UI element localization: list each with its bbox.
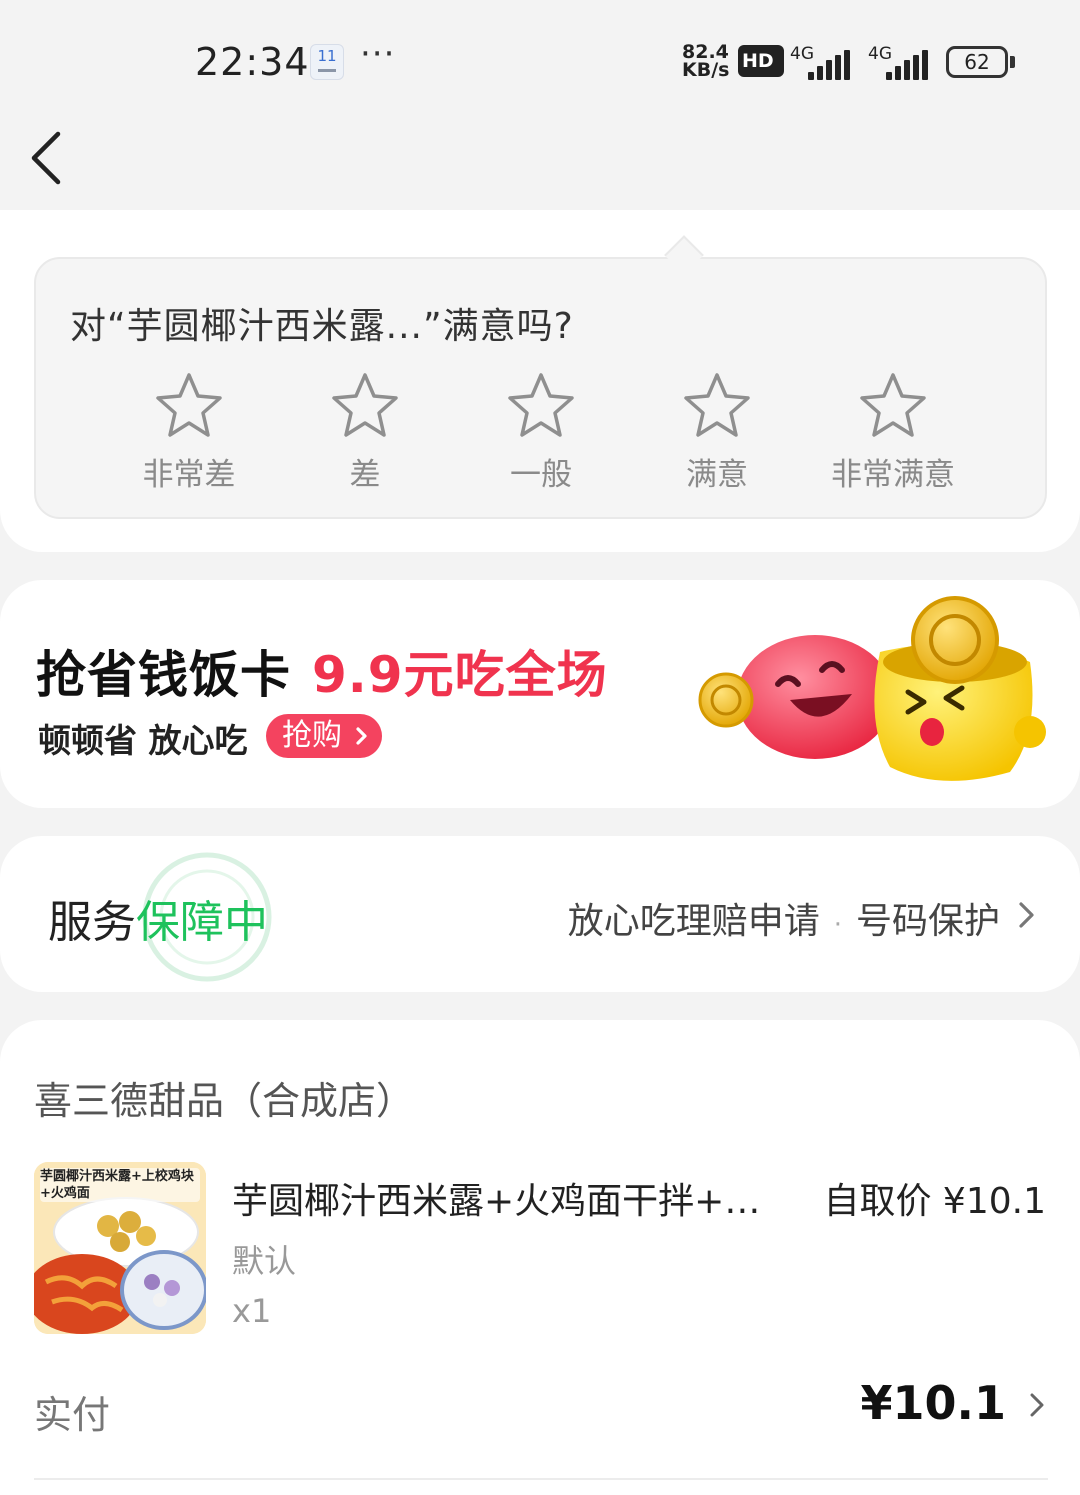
rating-option-very-bad[interactable]: 非常差 — [104, 371, 274, 501]
service-status: 保障中 — [136, 897, 268, 948]
calendar-icon: 11 — [310, 44, 344, 80]
rating-option-average[interactable]: 一般 — [456, 371, 626, 501]
hd-voice-icon: HD — [738, 45, 784, 77]
order-card: 喜三德甜品（合成店） 芋圆椰汁西米露+上校鸡块+火鸡面 芋圆椰汁西米露+火鸡面干… — [0, 1020, 1080, 1495]
status-time: 22:34 — [195, 40, 310, 84]
chevron-right-icon — [356, 727, 367, 745]
shop-name[interactable]: 喜三德甜品（合成店） — [34, 1070, 414, 1125]
item-price: 自取价 ¥10.1 — [823, 1181, 1046, 1222]
star-icon — [684, 373, 750, 437]
claim-link[interactable]: 放心吃理赔申请 — [568, 901, 820, 942]
mascot-illustration — [698, 596, 1046, 781]
rating-option-very-satisfied[interactable]: 非常满意 — [808, 371, 978, 501]
network-speed: 82.4 KB/s — [682, 43, 730, 81]
rating-card: 对“芋圆椰汁西米露...”满意吗? 非常差 差 一般 满意 非常满意 — [34, 257, 1047, 519]
paid-amount[interactable]: ¥10.1 — [860, 1376, 1006, 1430]
star-icon — [860, 373, 926, 437]
status-bar: 22:34 11 ··· 82.4 KB/s HD 4G 4G 62 — [0, 0, 1080, 120]
rating-option-label: 非常满意 — [831, 457, 955, 493]
item-name[interactable]: 芋圆椰汁西米露+火鸡面干拌+… — [232, 1172, 792, 1224]
item-spec: 默认 — [232, 1242, 297, 1280]
service-links: 放心吃理赔申请 · 号码保护 — [568, 892, 1000, 944]
battery-tip — [1010, 56, 1015, 68]
promo-highlight: 9.9元吃全场 — [312, 646, 608, 704]
star-icon — [332, 373, 398, 437]
item-quantity: x1 — [232, 1292, 272, 1330]
paid-label: 实付 — [34, 1393, 111, 1437]
battery-level: 62 — [964, 50, 990, 74]
service-title: 服务 — [48, 897, 136, 948]
chevron-right-icon — [1030, 1393, 1044, 1417]
battery-icon: 62 — [946, 46, 1008, 78]
rating-option-label: 一般 — [510, 457, 572, 493]
promo-buy-button[interactable]: 抢购 — [266, 714, 382, 758]
rating-option-satisfied[interactable]: 满意 — [632, 371, 802, 501]
star-rating: 非常差 差 一般 满意 非常满意 — [36, 371, 1045, 501]
promo-buy-label: 抢购 — [282, 718, 342, 753]
product-thumbnail[interactable]: 芋圆椰汁西米露+上校鸡块+火鸡面 — [34, 1162, 206, 1334]
star-icon — [156, 373, 222, 437]
separator-dot: · — [833, 910, 842, 940]
chevron-right-icon — [1019, 902, 1034, 928]
rating-option-bad[interactable]: 差 — [280, 371, 450, 501]
calendar-day: 11 — [317, 47, 337, 65]
star-icon — [508, 373, 574, 437]
thumbnail-caption: 芋圆椰汁西米露+上校鸡块+火鸡面 — [40, 1168, 200, 1202]
more-notifications-icon: ··· — [360, 34, 396, 74]
order-detail-screen: 22:34 11 ··· 82.4 KB/s HD 4G 4G 62 对“芋圆椰… — [0, 0, 1080, 1495]
rating-option-label: 满意 — [686, 457, 748, 493]
promo-title: 抢省钱饭卡 — [36, 646, 291, 704]
number-protection-link[interactable]: 号码保护 — [856, 901, 1000, 942]
rating-option-label: 非常差 — [142, 457, 236, 493]
back-button[interactable] — [20, 120, 90, 196]
promo-subtitle: 顿顿省 放心吃 — [38, 721, 248, 760]
promo-banner[interactable]: 抢省钱饭卡 9.9元吃全场 顿顿省 放心吃 抢购 — [0, 580, 1080, 808]
divider — [34, 1478, 1048, 1480]
rating-section: 对“芋圆椰汁西米露...”满意吗? 非常差 差 一般 满意 非常满意 — [0, 210, 1080, 552]
rating-option-label: 差 — [349, 457, 381, 493]
rating-question: 对“芋圆椰汁西米露...”满意吗? — [70, 306, 574, 347]
network-speed-unit: KB/s — [682, 59, 730, 81]
chevron-left-icon — [31, 131, 61, 185]
service-guarantee-bar[interactable]: 服务 保障中 放心吃理赔申请 · 号码保护 — [0, 836, 1080, 992]
